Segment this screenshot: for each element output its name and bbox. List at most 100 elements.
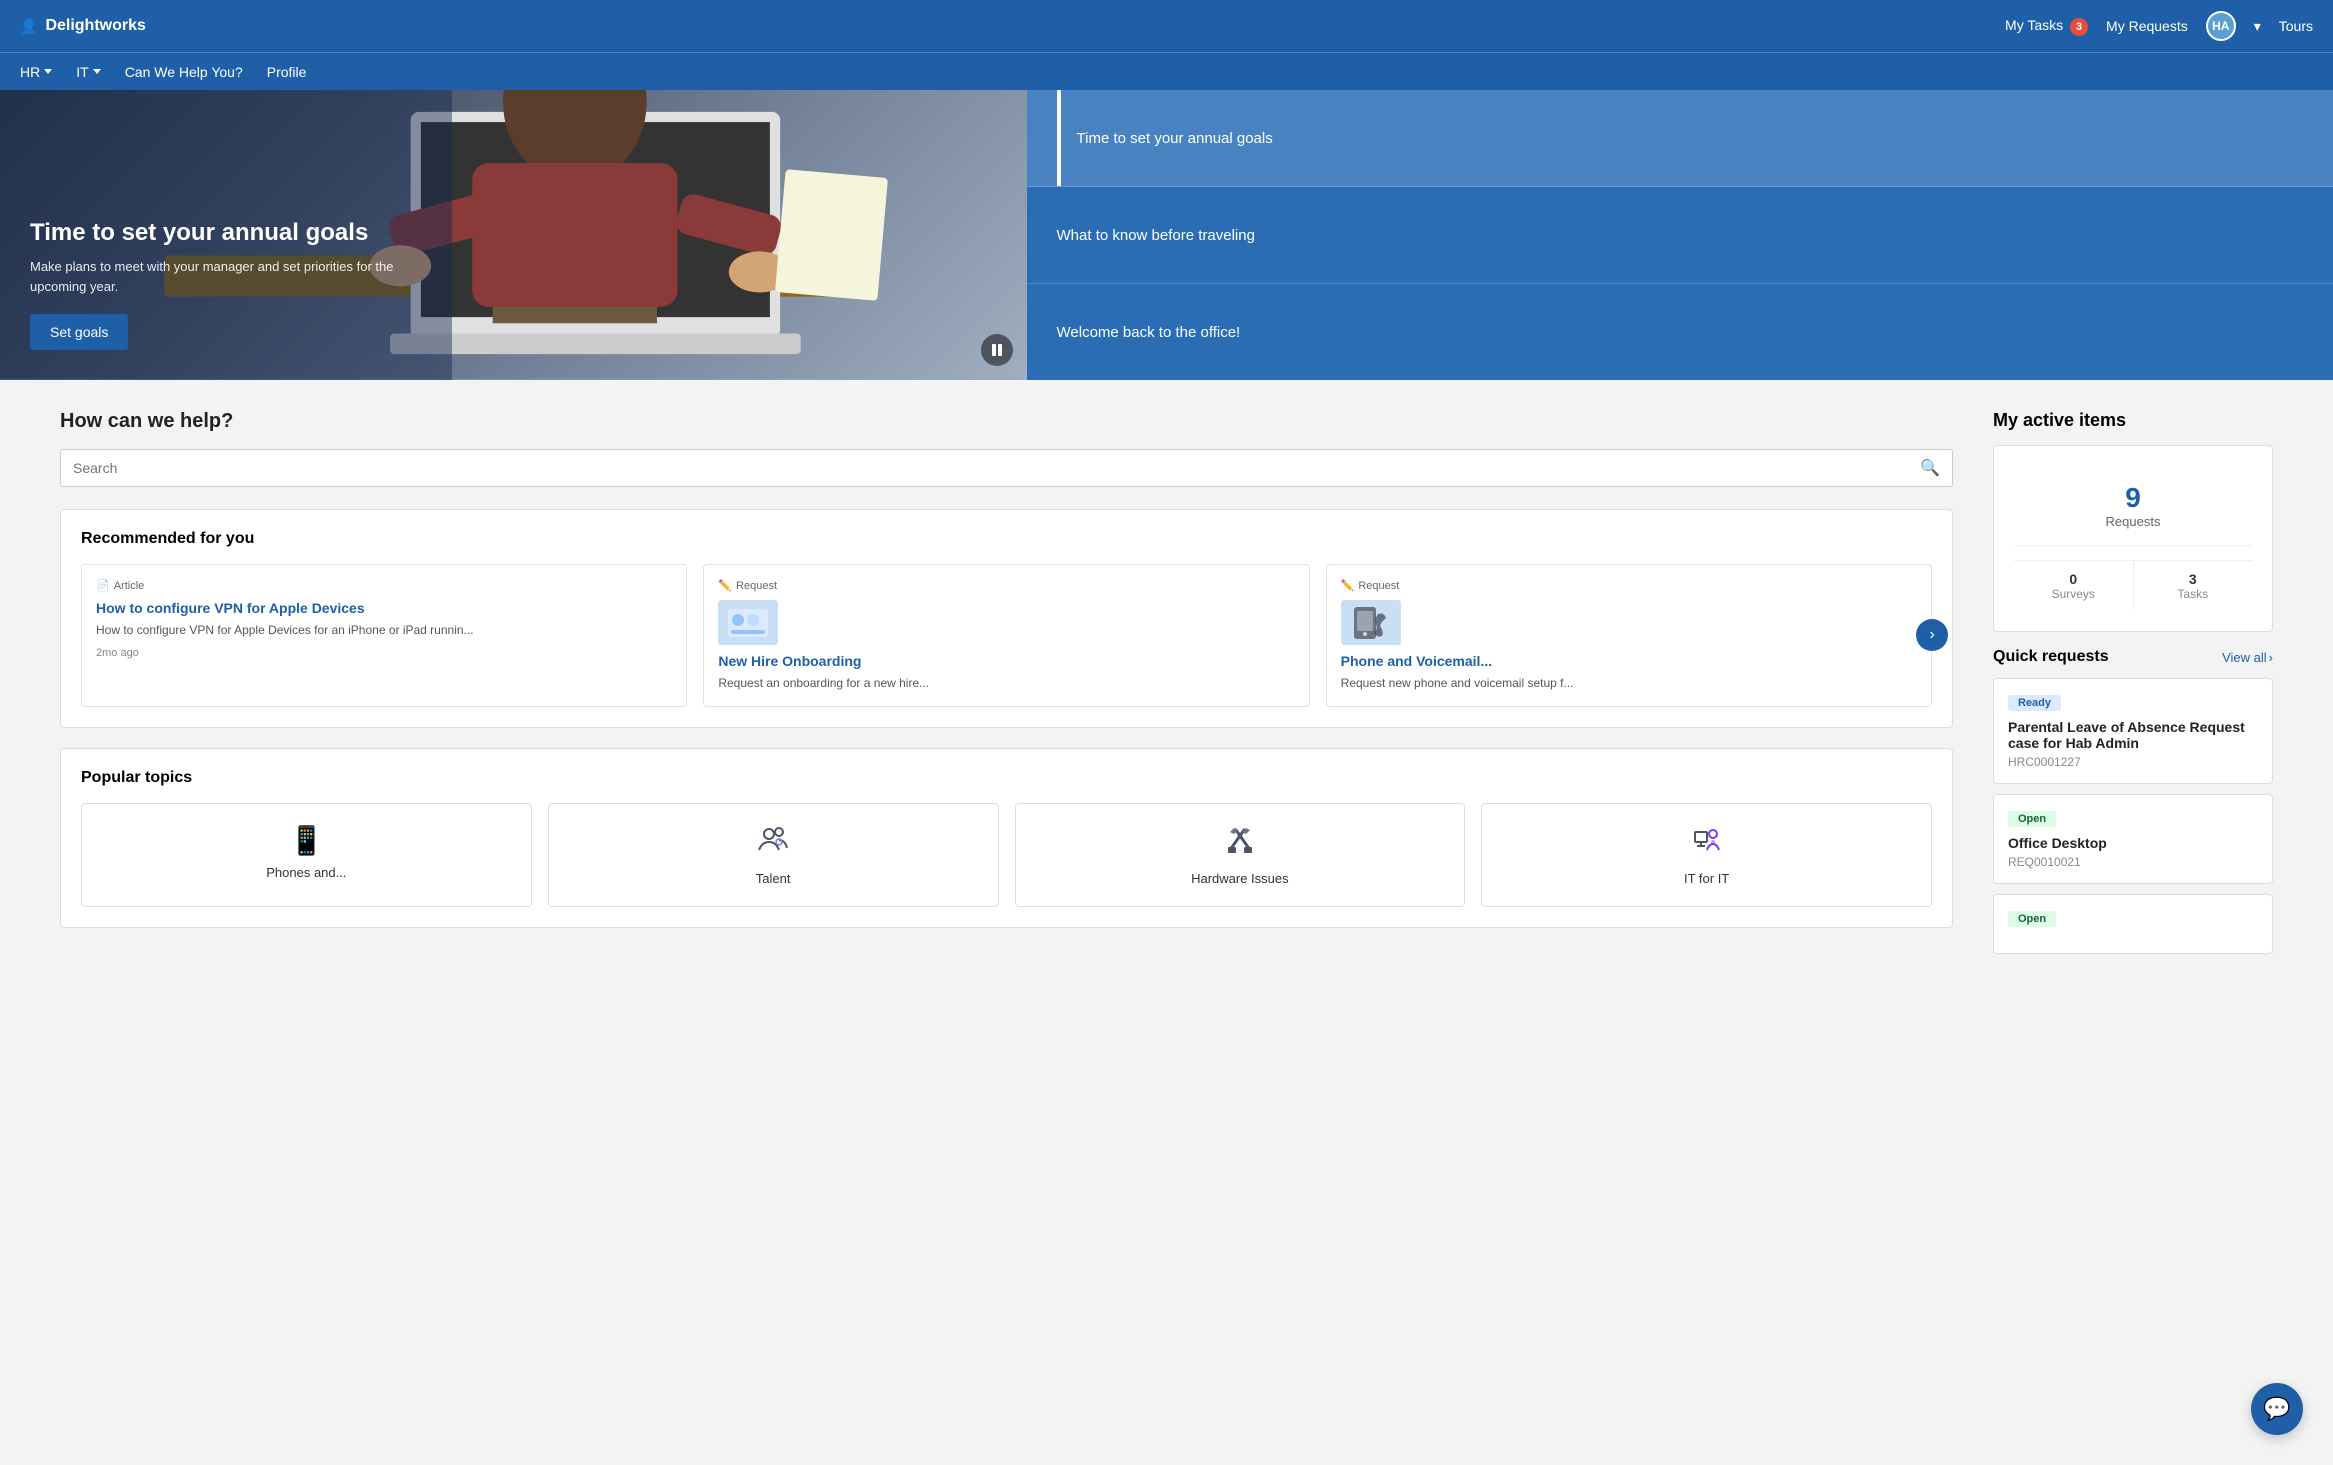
search-input[interactable] [73, 460, 1920, 476]
my-requests-label: My Requests [2106, 18, 2188, 34]
topic-label-phones: Phones and... [266, 865, 346, 880]
pause-button[interactable] [981, 334, 1013, 366]
hero-image: Time to set your annual goals Make plans… [0, 90, 1027, 380]
talent-icon [757, 824, 789, 856]
tasks-label: Tasks [2134, 587, 2253, 601]
nav-profile[interactable]: Profile [267, 64, 307, 80]
help-section-title: How can we help? [60, 410, 1953, 433]
topic-card-phones[interactable]: 📱 Phones and... [81, 803, 532, 907]
next-button[interactable]: › [1916, 619, 1948, 651]
rec-card-title-3: Phone and Voicemail... [1341, 653, 1917, 669]
tasks-count-item[interactable]: 3 Tasks [2134, 561, 2253, 611]
main-right: My active items 9 Requests 0 Surveys 3 T… [1993, 410, 2273, 964]
nav-it[interactable]: IT [76, 64, 100, 80]
rec-card-1[interactable]: 📄 Article How to configure VPN for Apple… [81, 564, 687, 707]
recommended-title: Recommended for you [81, 530, 1932, 548]
top-bar: 👤 Delightworks My Tasks 3 My Requests HA… [0, 0, 2333, 52]
quick-requests-header: Quick requests View all › [1993, 648, 2273, 666]
topic-card-it[interactable]: IT for IT [1481, 803, 1932, 907]
active-items-card: 9 Requests 0 Surveys 3 Tasks [1993, 445, 2273, 632]
rec-card-desc-3: Request new phone and voicemail setup f.… [1341, 675, 1917, 692]
nav-can-we-help-label: Can We Help You? [125, 64, 243, 80]
main-content: How can we help? 🔍 Recommended for you 📄… [0, 380, 2333, 994]
nav-hr[interactable]: HR [20, 64, 52, 80]
rec-card-type-1: 📄 Article [96, 579, 672, 592]
phone-topic-icon: 📱 [289, 824, 324, 857]
quick-requests-title: Quick requests [1993, 648, 2109, 666]
rec-card-title-2: New Hire Onboarding [718, 653, 1294, 669]
hero-subtitle: Make plans to meet with your manager and… [30, 257, 422, 296]
surveys-label: Surveys [2014, 587, 2133, 601]
status-badge-open-1: Open [2008, 811, 2056, 827]
hero-sidebar-label-3: Welcome back to the office! [1057, 324, 1241, 341]
topic-card-hardware[interactable]: Hardware Issues [1015, 803, 1466, 907]
my-requests-link[interactable]: My Requests [2106, 18, 2188, 34]
avatar[interactable]: HA [2206, 11, 2236, 41]
onboarding-illustration [723, 604, 773, 642]
user-icon: 👤 [20, 18, 37, 35]
topics-grid: 📱 Phones and... Talent [81, 803, 1932, 907]
hero-sidebar-item-2[interactable]: What to know before traveling [1027, 187, 2333, 284]
qr-id-2: REQ0010021 [2008, 855, 2258, 869]
requests-label: Requests [2014, 514, 2252, 529]
logo[interactable]: Delightworks [45, 17, 145, 35]
topic-label-hardware: Hardware Issues [1191, 871, 1289, 886]
surveys-count-item[interactable]: 0 Surveys [2014, 561, 2134, 611]
rec-card-desc-1: How to configure VPN for Apple Devices f… [96, 622, 672, 639]
rec-card-3[interactable]: ✏️ Request Phone and Voicemail... [1326, 564, 1932, 707]
search-icon: 🔍 [1920, 458, 1940, 478]
secondary-nav: HR IT Can We Help You? Profile [0, 52, 2333, 90]
rec-card-2[interactable]: ✏️ Request New Hire Onboarding Reque [703, 564, 1309, 707]
hero-sidebar-item-1[interactable]: Time to set your annual goals [1027, 90, 2333, 187]
it-for-it-icon [1691, 824, 1723, 856]
tours-link[interactable]: Tours [2279, 18, 2313, 34]
topic-label-it: IT for IT [1684, 871, 1729, 886]
rec-card-img-3 [1341, 600, 1401, 645]
request-icon-1: ✏️ [718, 579, 732, 592]
recommended-section: Recommended for you 📄 Article How to con… [60, 509, 1953, 728]
hero-overlay: Time to set your annual goals Make plans… [0, 90, 452, 380]
status-badge-ready: Ready [2008, 695, 2061, 711]
topic-card-talent[interactable]: Talent [548, 803, 999, 907]
popular-topics-title: Popular topics [81, 769, 1932, 787]
view-all-label: View all [2222, 650, 2267, 665]
surveys-number: 0 [2014, 571, 2133, 587]
avatar-initials: HA [2212, 19, 2229, 33]
top-bar-left: 👤 Delightworks [20, 17, 146, 35]
requests-number: 9 [2014, 482, 2252, 514]
main-left: How can we help? 🔍 Recommended for you 📄… [60, 410, 1993, 964]
sub-counts: 0 Surveys 3 Tasks [2014, 560, 2252, 611]
chevron-down-icon [93, 69, 101, 74]
chat-button[interactable]: 💬 [2251, 1383, 2303, 1435]
active-items-title: My active items [1993, 410, 2273, 431]
request-icon-2: ✏️ [1341, 579, 1355, 592]
rec-card-type-2: ✏️ Request [718, 579, 1294, 592]
view-all-link[interactable]: View all › [2222, 650, 2273, 665]
tasks-number: 3 [2134, 571, 2253, 587]
quick-request-item-1[interactable]: Ready Parental Leave of Absence Request … [1993, 678, 2273, 784]
quick-request-item-3[interactable]: Open [1993, 894, 2273, 954]
nav-can-we-help[interactable]: Can We Help You? [125, 64, 243, 80]
qr-id-1: HRC0001227 [2008, 755, 2258, 769]
my-tasks-link[interactable]: My Tasks 3 [2005, 17, 2088, 36]
chevron-right-icon: › [2269, 650, 2273, 665]
rec-card-img-2 [718, 600, 778, 645]
dropdown-arrow[interactable]: ▾ [2254, 18, 2261, 35]
quick-request-item-2[interactable]: Open Office Desktop REQ0010021 [1993, 794, 2273, 884]
nav-hr-label: HR [20, 64, 40, 80]
topic-label-talent: Talent [756, 871, 791, 886]
active-bar [1057, 90, 1061, 186]
requests-count: 9 Requests [2014, 466, 2252, 546]
article-icon: 📄 [96, 579, 110, 592]
nav-it-label: IT [76, 64, 88, 80]
hero-sidebar-item-3[interactable]: Welcome back to the office! [1027, 284, 2333, 380]
tools-icon [1224, 824, 1256, 856]
qr-title-1: Parental Leave of Absence Request case f… [2008, 719, 2258, 751]
search-box[interactable]: 🔍 [60, 449, 1953, 487]
hero-banner: Time to set your annual goals Make plans… [0, 90, 2333, 380]
tasks-count-badge: 3 [2070, 18, 2088, 36]
hardware-topic-icon [1224, 824, 1256, 863]
set-goals-button[interactable]: Set goals [30, 314, 128, 350]
hero-sidebar: Time to set your annual goals What to kn… [1027, 90, 2333, 380]
it-topic-icon [1691, 824, 1723, 863]
